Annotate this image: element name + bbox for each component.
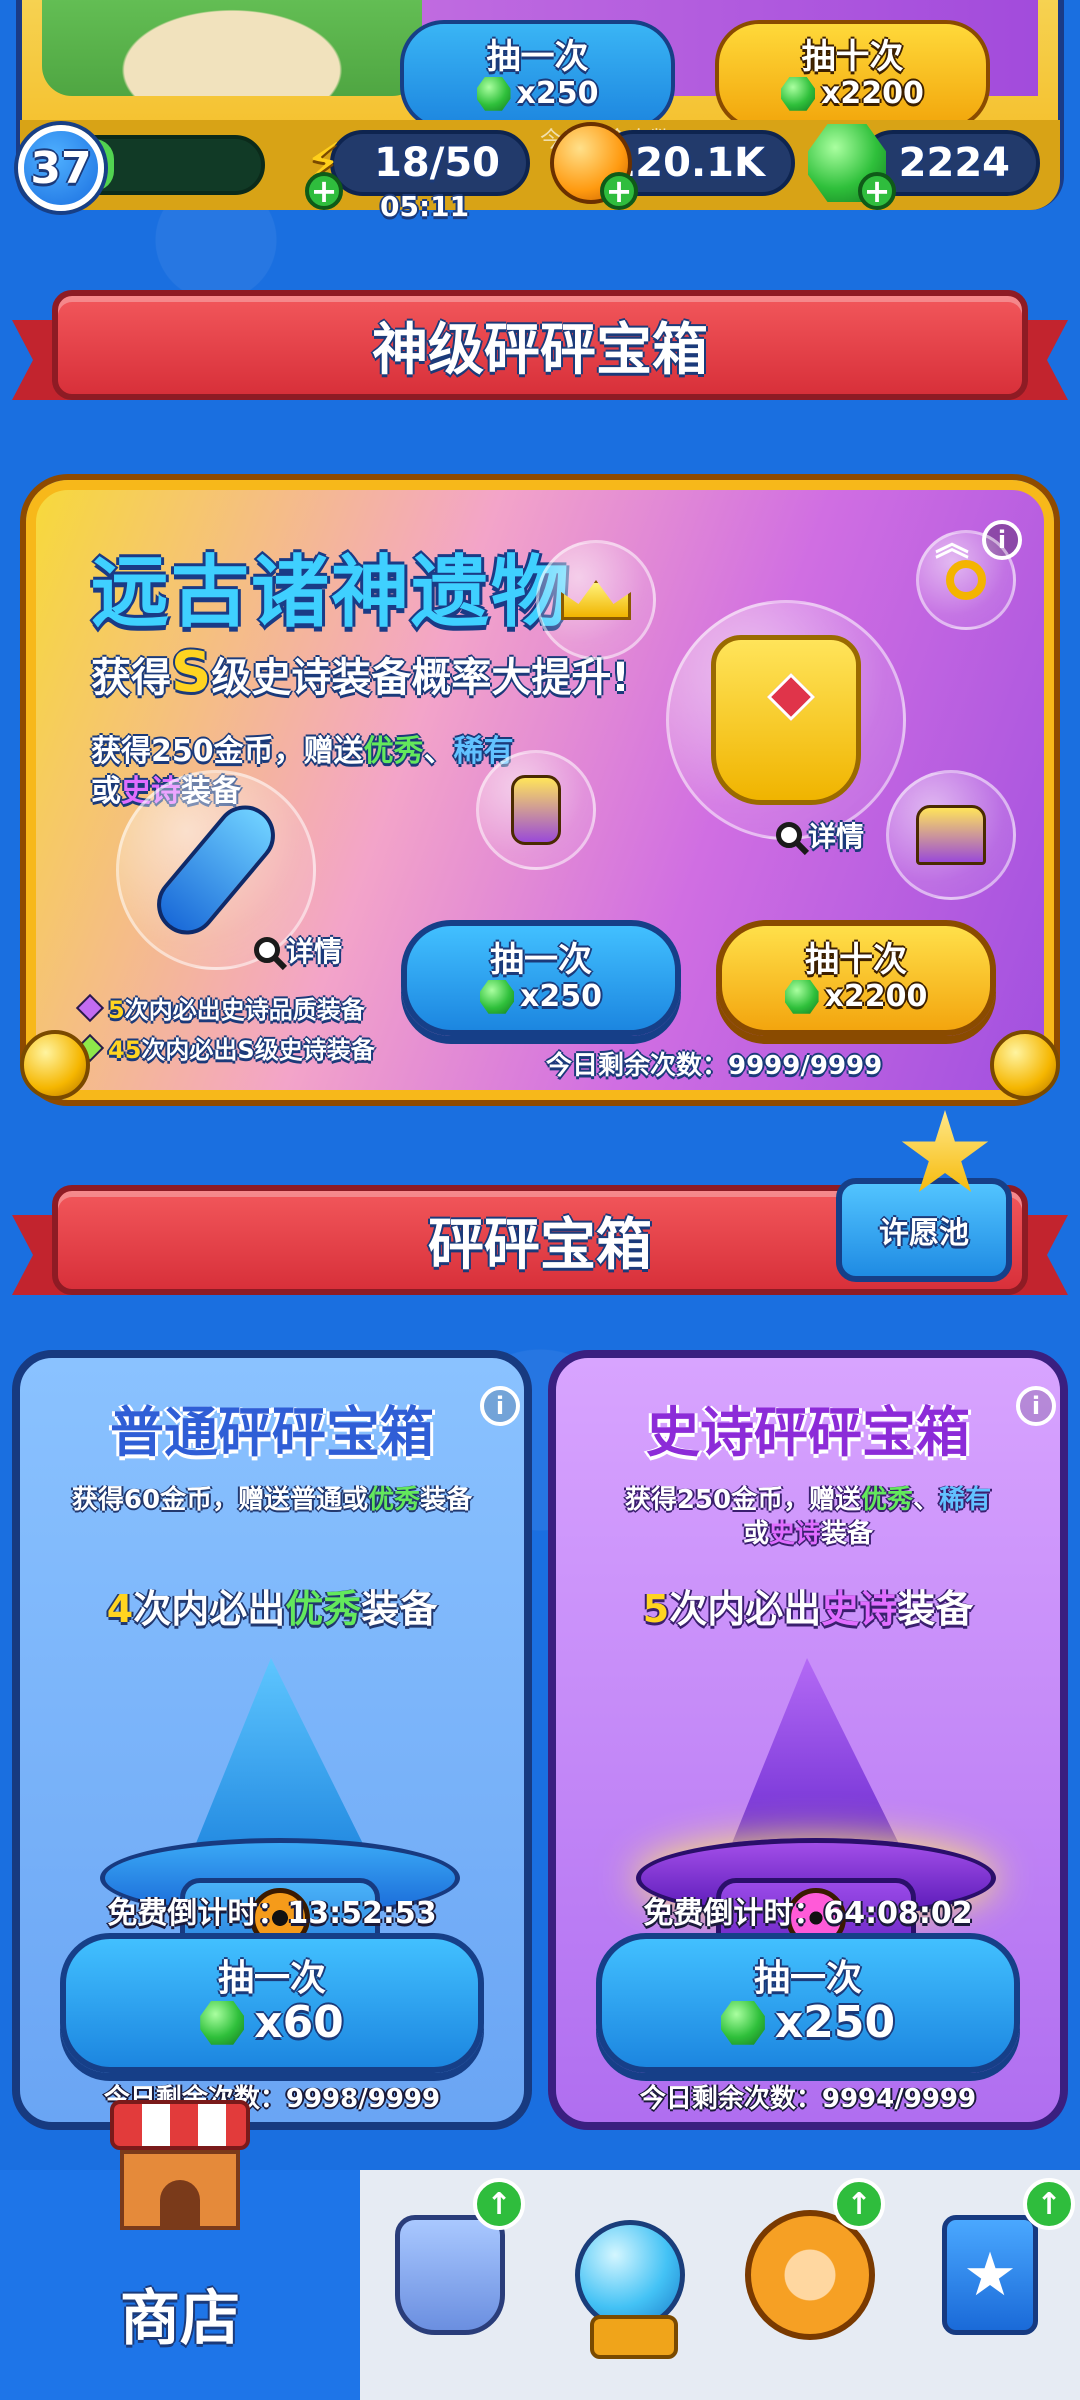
scepter-icon (144, 793, 288, 947)
normal-chest-countdown: 免费倒计时：13:52:53 (107, 1896, 437, 1931)
draw-ten-cost: x2200 (824, 979, 928, 1015)
top-draw-ten-cost: x2200 (821, 76, 924, 112)
draw-label: 抽一次 (217, 1958, 326, 1999)
nav-shop-tab[interactable]: 商店 (0, 2100, 360, 2400)
upgrade-arrow-icon: ↑ (833, 2178, 885, 2230)
crown-orb (536, 540, 656, 660)
epic-chest-description: 获得250金币，赠送优秀、稀有 或史诗装备 (624, 1485, 992, 1549)
level-badge[interactable]: 37 (18, 125, 104, 211)
nav-pet-tab[interactable]: ↑ (725, 2178, 895, 2360)
draw-once-cost: x250 (520, 979, 602, 1015)
energy-timer: 05:11 (380, 190, 470, 223)
add-energy-button[interactable]: + (305, 172, 343, 210)
normal-chest-guarantee: 4次内必出优秀装备 (106, 1587, 438, 1631)
s-epic-guarantee: 45次内必出S级史诗装备 (75, 1030, 375, 1065)
god-chest-title: 远古诸神遗物 (91, 548, 572, 638)
normal-chest-title: 普通砰砰宝箱 (110, 1401, 434, 1464)
detail-label: 详情 (286, 935, 343, 968)
normal-draw-button[interactable]: 抽一次 x60 (60, 1933, 484, 2073)
top-draw-once-label: 抽一次 (486, 37, 589, 78)
gems-value: 2224 (898, 140, 1010, 186)
add-coins-button[interactable]: + (600, 172, 638, 210)
bottom-nav: 商店 ↑ ↑ ★ ↑ (0, 2100, 1080, 2400)
armor-detail-link[interactable]: 详情 (776, 815, 864, 855)
top-draw-once-cost: x250 (516, 76, 599, 112)
gem-icon (784, 979, 819, 1014)
upgrade-arrow-icon: ↑ (1023, 2178, 1075, 2230)
left-wing-ornament (0, 1020, 100, 1110)
purple-diamond-icon (75, 993, 105, 1022)
god-draw-once-button[interactable]: 抽一次 x250 (401, 920, 681, 1036)
right-wing-ornament (980, 1020, 1080, 1110)
shop-label: 商店 (120, 2284, 240, 2354)
gem-icon (781, 76, 816, 111)
gem-icon (480, 979, 514, 1014)
ring-icon (946, 560, 986, 600)
gem-icon (720, 2000, 765, 2045)
god-chest-card[interactable]: 远古诸神遗物 获得S级史诗装备概率大提升! 获得250金币，赠送优秀、稀有 或史… (26, 480, 1054, 1100)
top-draw-ten-label: 抽十次 (801, 37, 904, 78)
top-draw-ten-button[interactable]: 抽十次 x2200 (715, 20, 990, 130)
shop-icon (110, 2100, 250, 2230)
nav-equipment-tab[interactable]: ↑ (365, 2178, 535, 2360)
epic-chest-card[interactable]: i 史诗砰砰宝箱 获得250金币，赠送优秀、稀有 或史诗装备 5次内必出史诗装备… (548, 1350, 1068, 2130)
ring-small-orb (916, 530, 1016, 630)
armor-orb (666, 600, 906, 840)
god-chest-ribbon-title: 神级砰砰宝箱 (52, 290, 1028, 400)
wish-pool-button[interactable]: 许愿池 (836, 1178, 1012, 1282)
draw-ten-label: 抽十次 (805, 940, 907, 981)
scepter-detail-link[interactable]: 详情 (254, 930, 342, 970)
epic-draw-button[interactable]: 抽一次 x250 (596, 1933, 1020, 2073)
add-gems-button[interactable]: + (858, 172, 896, 210)
top-draw-once-button[interactable]: 抽一次 x250 (400, 20, 675, 130)
detail-label: 详情 (808, 820, 865, 853)
gem-icon (476, 76, 511, 111)
draw-once-label: 抽一次 (490, 940, 592, 981)
draw-label: 抽一次 (753, 1958, 862, 1999)
crown-icon (561, 580, 631, 620)
helmet-orb (886, 770, 1016, 900)
nav-crystal-tab[interactable] (545, 2190, 715, 2360)
helmet-icon (916, 805, 986, 865)
golden-armor-icon (711, 635, 861, 805)
star-card-icon: ★ (942, 2215, 1038, 2335)
xp-bar (90, 135, 265, 195)
armor-icon (395, 2215, 505, 2335)
draw-cost: x60 (254, 1996, 344, 2048)
wish-pool-label: 许愿池 (879, 1216, 969, 1251)
nav-cards-tab[interactable]: ★ ↑ (905, 2178, 1075, 2360)
preview-scene (42, 0, 422, 96)
epic-guarantee: 5次内必出史诗品质装备 (75, 990, 365, 1025)
epic-chest-countdown: 免费倒计时：64:08:02 (643, 1896, 973, 1931)
magnifier-icon (776, 822, 802, 848)
epic-remaining-count: 今日剩余次数：9994/9999 (639, 2084, 977, 2114)
gem-icon (200, 2000, 245, 2045)
god-chest-subtitle: 获得S级史诗装备概率大提升! (91, 640, 630, 705)
god-chest-ribbon: 神级砰砰宝箱 (12, 290, 1068, 410)
epic-chest-title: 史诗砰砰宝箱 (646, 1401, 970, 1464)
boots-icon (511, 775, 561, 845)
energy-value: 18/50 (374, 140, 500, 186)
normal-chest-card[interactable]: i 普通砰砰宝箱 获得60金币，赠送普通或优秀装备 4次内必出优秀装备 免费倒计… (12, 1350, 532, 2130)
normal-remaining-count: 今日剩余次数：9998/9999 (103, 2084, 441, 2114)
magnifier-icon (254, 937, 280, 963)
god-remaining-count: 今日剩余次数：9999/9999 (546, 1051, 883, 1081)
crystal-ball-icon (575, 2220, 685, 2359)
draw-cost: x250 (774, 1996, 896, 2048)
upgrade-arrow-icon: ↑ (473, 2178, 525, 2230)
normal-chest-description: 获得60金币，赠送普通或优秀装备 (71, 1485, 473, 1515)
epic-chest-guarantee: 5次内必出史诗装备 (642, 1587, 974, 1631)
ring-orb (476, 750, 596, 870)
god-draw-ten-button[interactable]: 抽十次 x2200 (716, 920, 996, 1036)
